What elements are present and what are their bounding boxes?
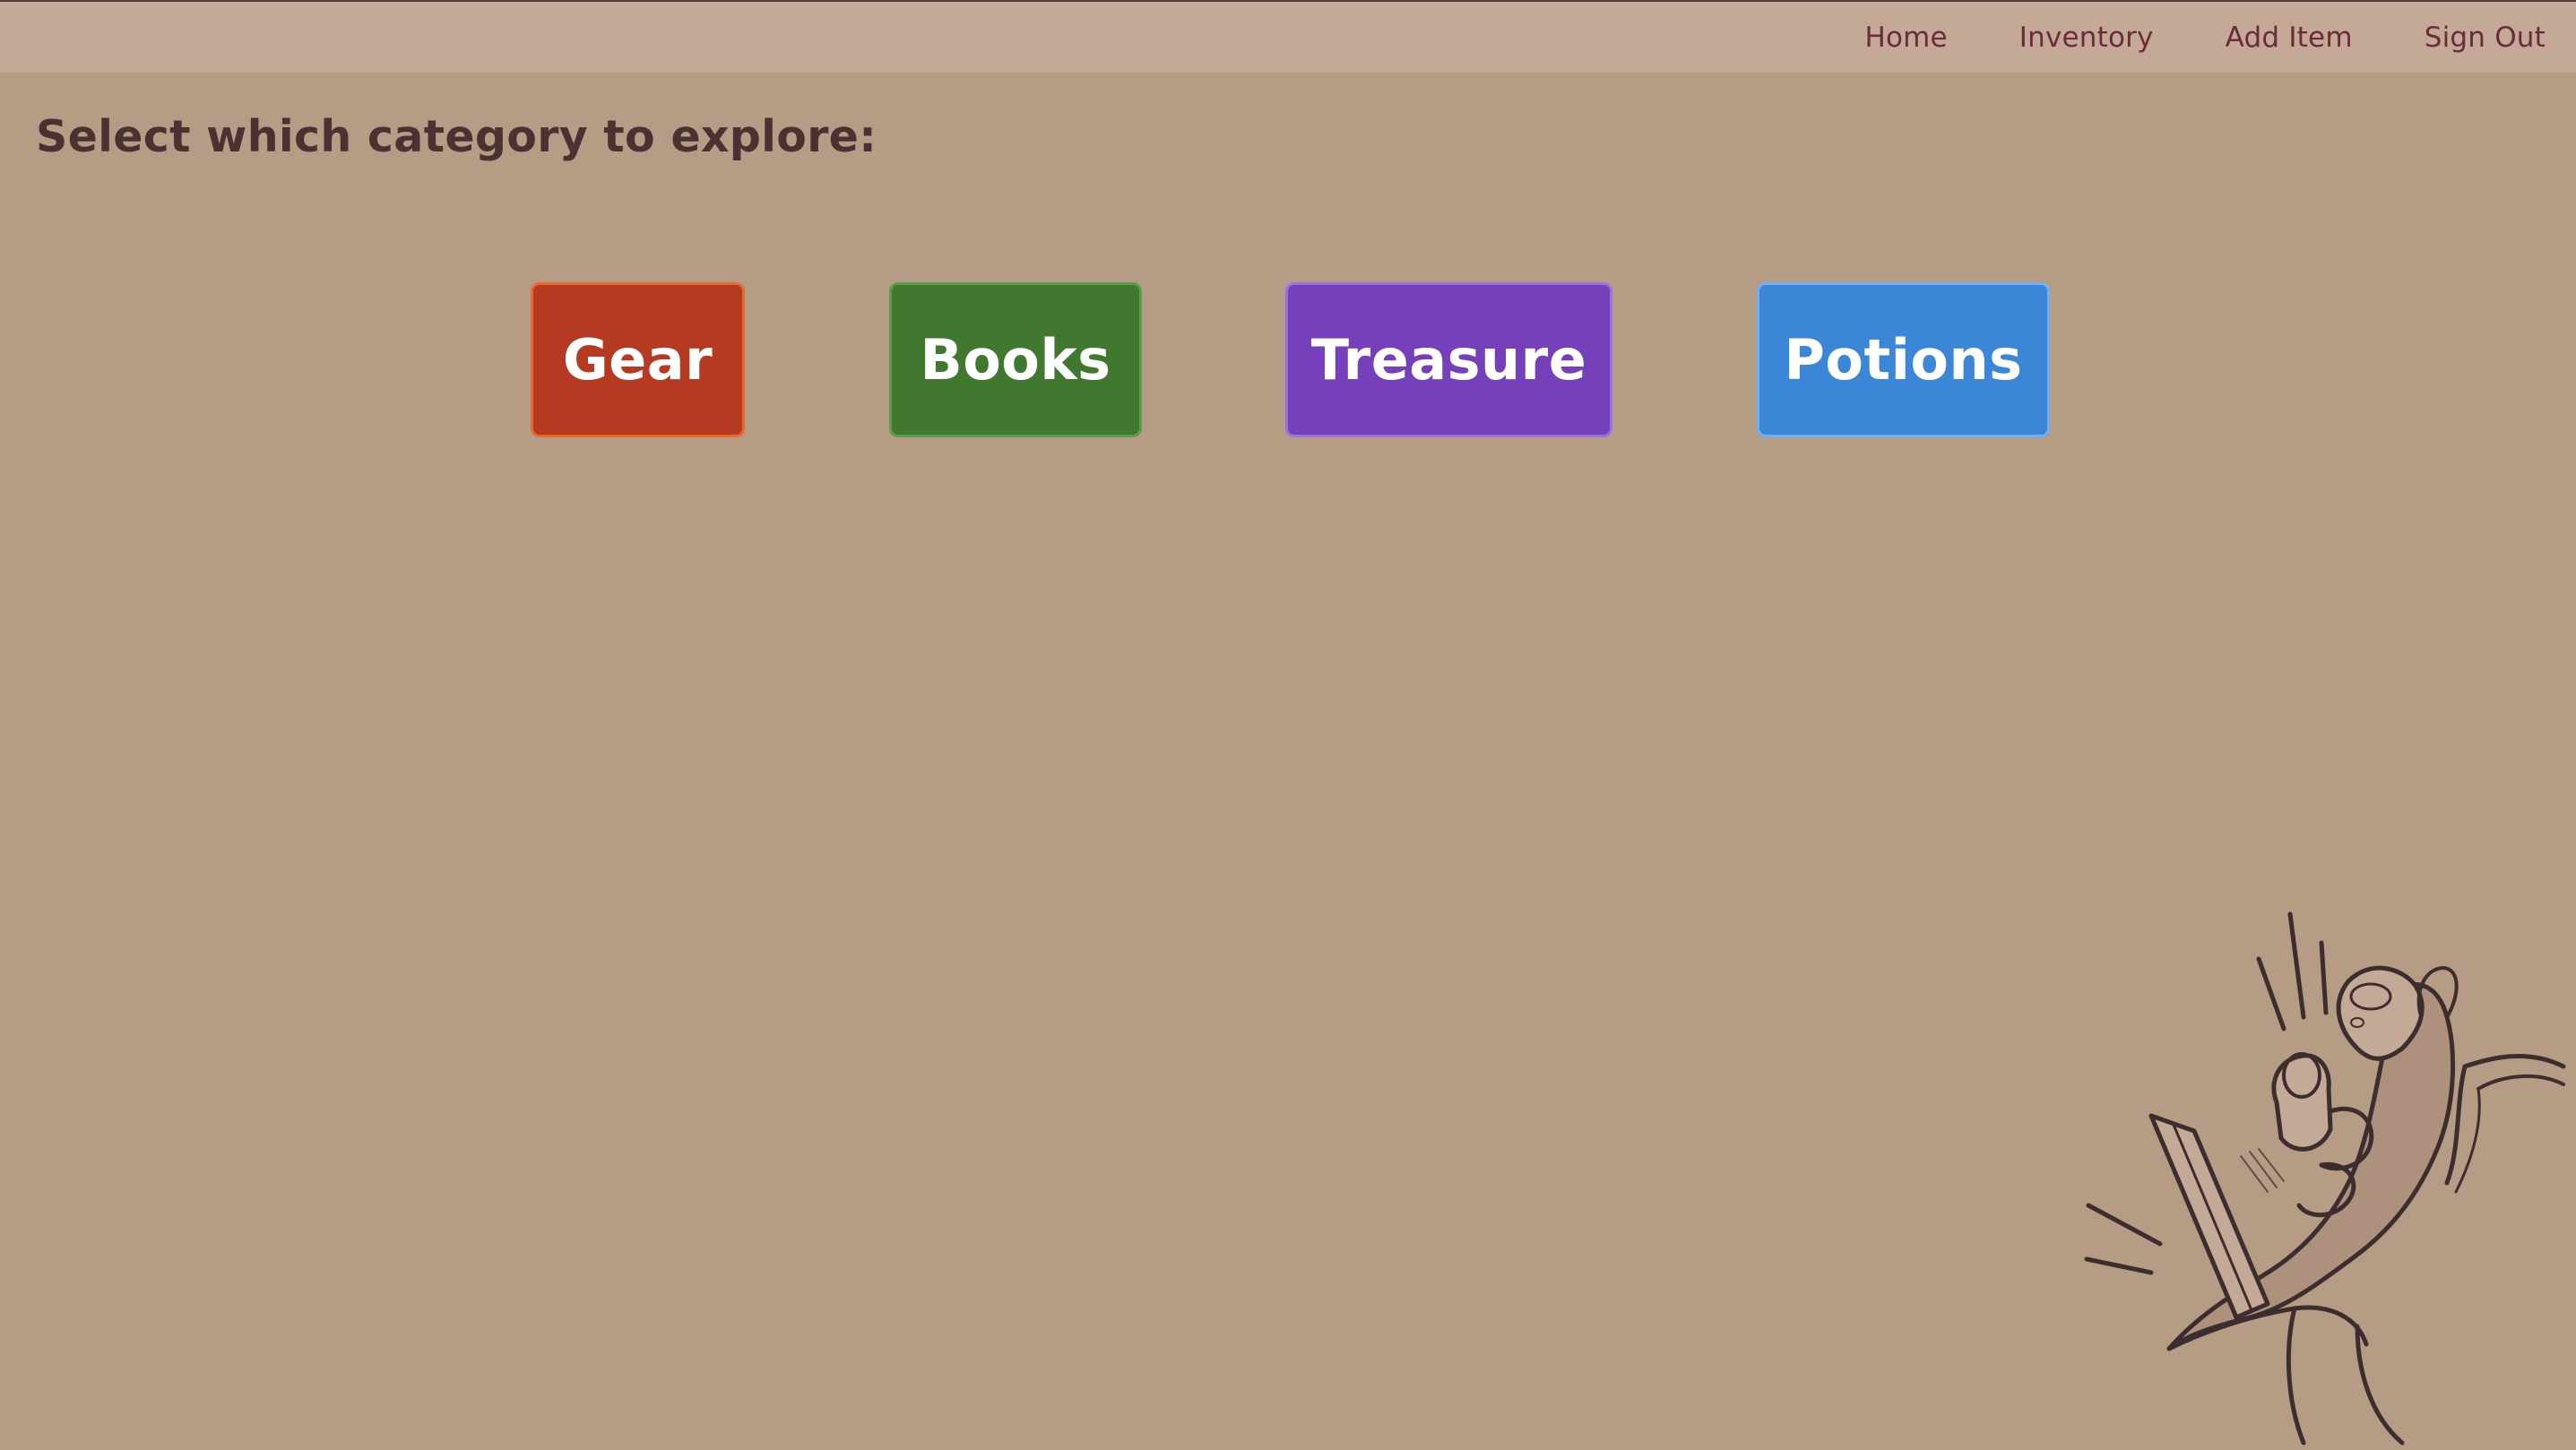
nav-link-add-item[interactable]: Add Item	[2226, 22, 2353, 54]
main-nav: Home Inventory Add Item Sign Out	[1864, 2, 2546, 73]
page-title: Select which category to explore:	[36, 111, 877, 162]
top-navbar: Home Inventory Add Item Sign Out	[0, 0, 2576, 73]
nav-link-home[interactable]: Home	[1864, 22, 1947, 54]
category-button-books[interactable]: Books	[889, 282, 1142, 437]
hand-holding-treasure-illustration	[2062, 896, 2576, 1446]
category-button-gear[interactable]: Gear	[531, 282, 745, 437]
category-button-potions[interactable]: Potions	[1757, 282, 2050, 437]
nav-link-sign-out[interactable]: Sign Out	[2425, 22, 2546, 54]
nav-link-inventory[interactable]: Inventory	[2019, 22, 2154, 54]
category-button-treasure[interactable]: Treasure	[1285, 282, 1612, 437]
